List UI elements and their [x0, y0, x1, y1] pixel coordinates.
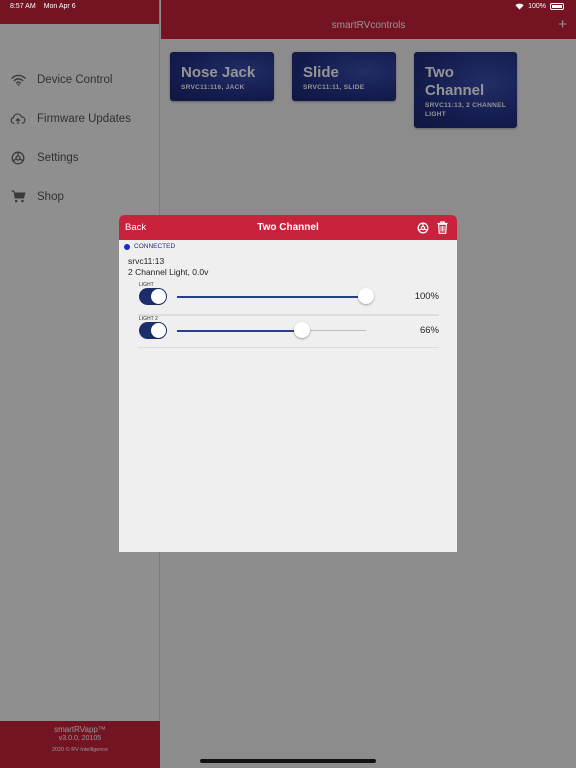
add-device-button[interactable]: +	[558, 17, 567, 32]
brightness-value: 66%	[419, 325, 439, 336]
device-subtitle: SRVC11:116, JACK	[181, 84, 245, 91]
toggle-knob	[151, 323, 166, 338]
cart-icon	[10, 189, 26, 205]
sidebar-item-label: Device Control	[37, 73, 113, 86]
sidebar-item-label: Firmware Updates	[37, 112, 131, 125]
battery-icon	[550, 3, 564, 10]
sidebar-item-label: Settings	[37, 151, 79, 164]
modal-title: Two Channel	[257, 222, 319, 233]
modal-header: Back Two Channel	[119, 215, 457, 240]
sidebar-footer: smartRVapp™ v3.0.0, 20105 2020 © RV Inte…	[0, 721, 160, 768]
app-name: smartRVapp™	[54, 725, 106, 734]
brightness-slider[interactable]	[177, 288, 374, 304]
wifi-status-icon	[515, 3, 524, 10]
app-version: v3.0.0, 20105	[58, 735, 102, 742]
device-card-slide[interactable]: Slide SRVC11:11, SLIDE	[292, 52, 396, 101]
sidebar-item-settings[interactable]: Settings	[0, 138, 159, 177]
slider-thumb[interactable]	[293, 322, 310, 338]
device-card-two-channel[interactable]: Two Channel SRVC11:13, 2 CHANNEL LIGHT	[414, 52, 517, 128]
sidebar-menu: Device Control Firmware Updates Settings…	[0, 60, 159, 216]
sidebar-item-firmware-updates[interactable]: Firmware Updates	[0, 99, 159, 138]
device-subtitle: SRVC11:13, 2 CHANNEL LIGHT	[425, 102, 506, 118]
connected-dot-icon	[124, 243, 130, 250]
device-name: Slide	[303, 64, 339, 81]
brightness-slider[interactable]	[177, 322, 366, 338]
device-description: 2 Channel Light, 0.0v	[128, 267, 209, 277]
device-name: Nose Jack	[181, 64, 256, 81]
channel-toggle[interactable]	[139, 288, 167, 305]
gear-icon	[10, 150, 26, 166]
status-date: Mon Apr 6	[43, 3, 76, 10]
device-modal: Back Two Channel CONNECTED srvc11:13 2 C…	[119, 215, 457, 552]
brightness-value: 100%	[414, 291, 439, 302]
trash-icon[interactable]	[437, 221, 449, 234]
toggle-knob	[151, 289, 166, 304]
slider-fill	[177, 330, 302, 332]
connection-status: CONNECTED	[124, 243, 457, 250]
wifi-icon	[10, 72, 26, 88]
home-indicator[interactable]	[200, 759, 376, 763]
connection-label: CONNECTED	[134, 243, 176, 250]
channel-toggle[interactable]	[139, 322, 167, 339]
channel-row-light-2: LIGHT 2 66%	[138, 315, 439, 348]
slider-fill	[177, 296, 366, 298]
sidebar-item-device-control[interactable]: Device Control	[0, 60, 159, 99]
slider-thumb[interactable]	[358, 288, 374, 304]
settings-gear-icon[interactable]	[417, 221, 429, 234]
sidebar-item-label: Shop	[37, 190, 64, 203]
device-id: srvc11:13	[128, 256, 165, 266]
page-title: smartRVcontrols	[331, 20, 406, 31]
status-bar-left: 8:57 AM Mon Apr 6	[10, 3, 76, 10]
status-bar-right: 100%	[515, 3, 564, 10]
status-time: 8:57 AM	[10, 3, 36, 10]
main-header: smartRVcontrols +	[161, 0, 576, 39]
cloud-upload-icon	[10, 111, 26, 127]
sidebar-item-shop[interactable]: Shop	[0, 177, 159, 216]
channel-row-light: LIGHT 100%	[138, 282, 439, 315]
copyright: 2020 © RV Intelligence	[51, 747, 109, 753]
battery-percent: 100%	[528, 3, 546, 10]
device-name: Two Channel	[425, 64, 485, 99]
device-card-nose-jack[interactable]: Nose Jack SRVC11:116, JACK	[170, 52, 274, 101]
device-subtitle: SRVC11:11, SLIDE	[303, 84, 365, 91]
